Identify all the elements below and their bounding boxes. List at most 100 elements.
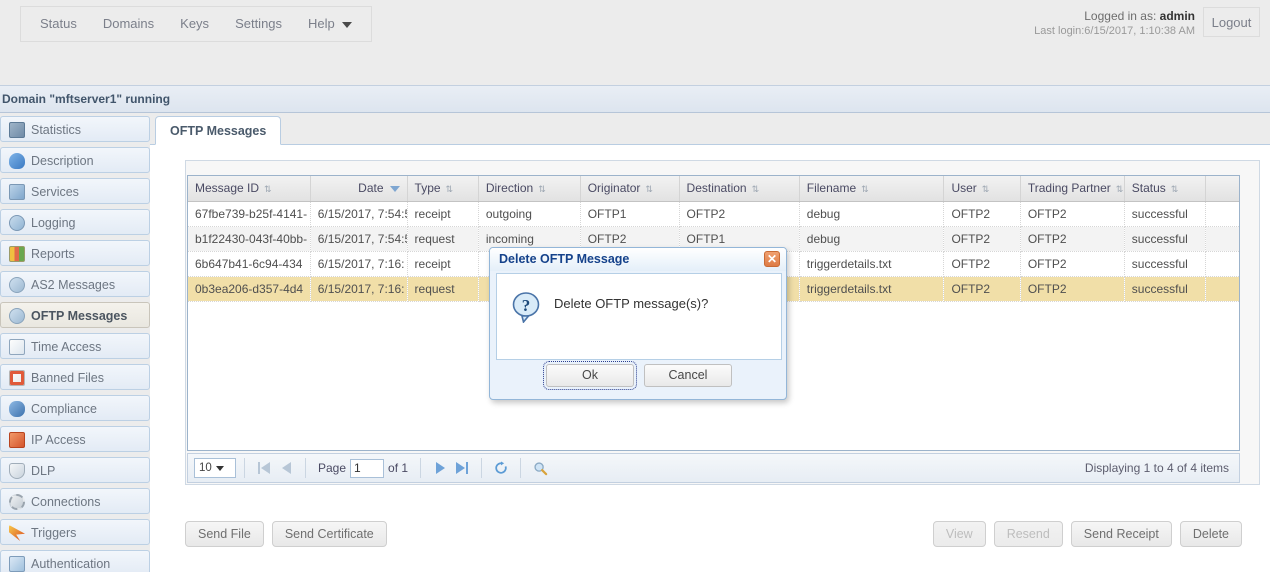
refresh-icon [495, 461, 507, 474]
column-header-originator[interactable]: Originator ⇅ [580, 176, 680, 202]
sidebar: Statistics Description Services Logging Repo… [0, 116, 150, 572]
cell-message-id: b1f22430-043f-40bb- [188, 226, 311, 252]
sidebar-item-time-access[interactable]: Time Access [0, 333, 150, 359]
nav-keys[interactable]: Keys [167, 7, 222, 41]
main-navigation: Status Domains Keys Settings Help [20, 6, 372, 42]
column-header-user[interactable]: User ⇅ [943, 176, 1021, 202]
first-page-button[interactable] [253, 458, 275, 478]
sidebar-item-description[interactable]: Description [0, 147, 150, 173]
divider [520, 458, 522, 478]
cell-trading-partner: OFTP2 [1020, 226, 1125, 252]
cell-trading-partner: OFTP2 [1020, 201, 1125, 227]
column-header-label: Message ID [195, 181, 260, 196]
sidebar-item-triggers[interactable]: Triggers [0, 519, 150, 545]
page-size-value: 10 [199, 462, 212, 474]
sort-both-icon: ⇅ [751, 183, 760, 194]
cell-type: request [407, 276, 479, 302]
search-button[interactable] [529, 458, 551, 478]
domain-status-bar: Domain "mftserver1" running [0, 85, 1270, 113]
cell-user: OFTP2 [943, 251, 1021, 277]
dialog-cancel-button[interactable]: Cancel [644, 363, 732, 387]
page-size-select[interactable]: 10 [194, 458, 236, 478]
sidebar-item-reports[interactable]: Reports [0, 240, 150, 266]
send-certificate-button[interactable]: Send Certificate [271, 521, 387, 547]
nav-domains[interactable]: Domains [90, 7, 167, 41]
column-header-filename[interactable]: Filename ⇅ [799, 176, 945, 202]
cell-date: 6/15/2017, 7:54:5 [310, 201, 408, 227]
dialog-title: Delete OFTP Message [499, 252, 630, 266]
sidebar-item-label: Description [31, 154, 94, 168]
next-page-button[interactable] [429, 458, 451, 478]
sidebar-item-ip-access[interactable]: IP Access [0, 426, 150, 452]
sidebar-item-label: OFTP Messages [31, 309, 128, 323]
delete-button[interactable]: Delete [1179, 521, 1242, 547]
close-icon[interactable]: ✕ [764, 251, 780, 267]
column-header-type[interactable]: Type ⇅ [407, 176, 479, 202]
table-row[interactable]: 67fbe739-b25f-4141- 6/15/2017, 7:54:5 rece… [188, 201, 1239, 227]
column-header-message-id[interactable]: Message ID ⇅ [188, 176, 311, 202]
session-info: Logged in as: admin Last login:6/15/2017… [1034, 8, 1195, 39]
column-header-destination[interactable]: Destination ⇅ [679, 176, 800, 202]
resend-button: Resend [993, 521, 1063, 547]
dialog-title-bar: Delete OFTP Message ✕ [490, 248, 786, 271]
dialog-ok-button[interactable]: Ok [543, 360, 637, 390]
sidebar-item-oftp-messages[interactable]: OFTP Messages [0, 302, 150, 328]
tab-oftp-messages[interactable]: OFTP Messages [155, 116, 282, 145]
logout-button[interactable]: Logout [1203, 7, 1260, 37]
sidebar-item-services[interactable]: Services [0, 178, 150, 204]
display-count-text: Displaying 1 to 4 of 4 items [1084, 461, 1229, 475]
cell-date: 6/15/2017, 7:16: [310, 251, 408, 277]
sidebar-item-as2-messages[interactable]: AS2 Messages [0, 271, 150, 297]
last-page-button[interactable] [451, 458, 473, 478]
cell-spacer [1205, 276, 1239, 302]
services-icon [9, 184, 25, 200]
logging-icon [9, 215, 25, 231]
sidebar-item-label: Compliance [31, 402, 98, 416]
nav-label: Settings [235, 16, 283, 31]
nav-settings[interactable]: Settings [222, 7, 295, 41]
sidebar-item-connections[interactable]: Connections [0, 488, 150, 514]
cell-filename: triggerdetails.txt [799, 251, 945, 277]
column-header-spacer [1205, 176, 1239, 202]
send-file-button[interactable]: Send File [185, 521, 264, 547]
next-page-icon [435, 462, 445, 474]
description-icon [9, 153, 25, 169]
column-header-status[interactable]: Status ⇅ [1124, 176, 1207, 202]
svg-text:?: ? [522, 296, 531, 315]
top-bar: Status Domains Keys Settings Help Logged in … [0, 0, 1270, 82]
cell-trading-partner: OFTP2 [1020, 251, 1125, 277]
refresh-button[interactable] [490, 458, 512, 478]
previous-page-button[interactable] [275, 458, 297, 478]
column-header-trading-partner[interactable]: Trading Partner ⇅ [1020, 176, 1125, 202]
page-number-input[interactable]: 1 [350, 458, 385, 478]
tab-strip: OFTP Messages [150, 116, 1270, 145]
sort-both-icon: ⇅ [981, 183, 990, 194]
sidebar-item-label: Services [31, 185, 79, 199]
column-header-date[interactable]: Date [310, 176, 408, 202]
column-header-direction[interactable]: Direction ⇅ [478, 176, 581, 202]
cell-direction: outgoing [478, 201, 581, 227]
nav-help[interactable]: Help [295, 7, 365, 41]
sidebar-item-banned-files[interactable]: Banned Files [0, 364, 150, 390]
caret-down-icon [341, 21, 352, 28]
send-receipt-button[interactable]: Send Receipt [1070, 521, 1172, 547]
ip-access-icon [9, 432, 25, 448]
sidebar-item-label: Reports [31, 247, 75, 261]
first-page-icon [258, 462, 260, 474]
cell-message-id: 67fbe739-b25f-4141- [188, 201, 311, 227]
cell-filename: debug [799, 201, 945, 227]
sidebar-item-compliance[interactable]: Compliance [0, 395, 150, 421]
sidebar-item-logging[interactable]: Logging [0, 209, 150, 235]
question-icon: ? [512, 292, 540, 323]
sidebar-item-authentication[interactable]: Authentication [0, 550, 150, 572]
sort-both-icon: ⇅ [445, 183, 454, 194]
reports-icon [9, 246, 25, 262]
dlp-icon [9, 463, 25, 479]
cell-status: successful [1124, 251, 1207, 277]
dialog-body: ? Delete OFTP message(s)? [496, 273, 782, 360]
nav-status[interactable]: Status [27, 7, 90, 41]
sidebar-item-dlp[interactable]: DLP [0, 457, 150, 483]
time-access-icon [9, 339, 25, 355]
paging-toolbar: 10 Page 1 of 1 Displaying 1 to 4 of 4 it… [187, 453, 1240, 483]
sidebar-item-statistics[interactable]: Statistics [0, 116, 150, 142]
